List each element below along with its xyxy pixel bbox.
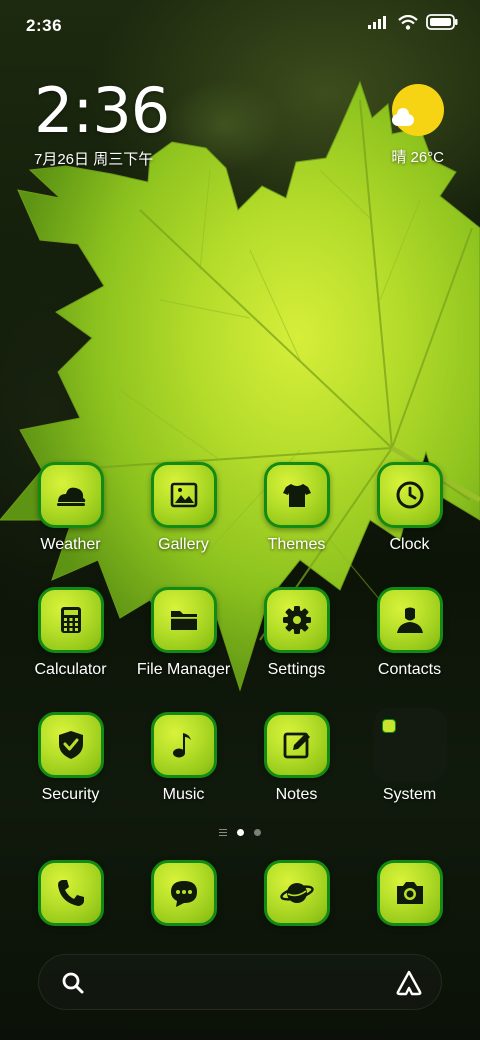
status-time: 2:36 [26, 16, 63, 35]
page-dot-active [237, 829, 244, 836]
gear-icon [263, 587, 330, 653]
clock-icon [376, 462, 443, 528]
app-themes[interactable]: Themes [240, 462, 353, 554]
app-gallery[interactable]: Gallery [127, 462, 240, 554]
clock-time: 2:36 [34, 74, 170, 147]
app-contacts[interactable]: Contacts [353, 587, 466, 679]
battery-icon [426, 14, 458, 30]
calculator-icon [37, 587, 104, 653]
weather-icon [37, 462, 104, 528]
search-icon[interactable] [61, 971, 85, 995]
dock-messages[interactable] [127, 860, 240, 926]
app-security[interactable]: Security [14, 712, 127, 804]
cloud-icon [392, 108, 414, 126]
dock-camera[interactable] [353, 860, 466, 926]
folder-icon [372, 708, 447, 782]
notes-icon [263, 712, 330, 778]
app-label: Notes [275, 786, 318, 803]
music-note-icon [150, 712, 217, 778]
app-label: Security [41, 786, 100, 803]
app-clock[interactable]: Clock [353, 462, 466, 554]
clock-widget[interactable]: 2:36 7月26日 周三下午 [34, 74, 170, 169]
app-system-folder[interactable]: System [353, 708, 466, 804]
system-mini-icon [381, 719, 396, 733]
app-label: Music [162, 786, 205, 803]
camera-icon [376, 860, 443, 926]
app-label: Weather [40, 536, 101, 553]
app-file-manager[interactable]: File Manager [127, 587, 240, 679]
contacts-icon [376, 587, 443, 653]
status-icons [368, 14, 458, 30]
menu-lines-icon [219, 829, 227, 836]
themes-icon [263, 462, 330, 528]
dock-phone[interactable] [14, 860, 127, 926]
signal-icon [368, 16, 386, 29]
app-calculator[interactable]: Calculator [14, 587, 127, 679]
weather-condition-temp: 晴 26°C [391, 149, 444, 166]
assistant-icon[interactable] [395, 969, 423, 997]
app-label: Clock [389, 536, 430, 553]
app-settings[interactable]: Settings [240, 587, 353, 679]
search-bar[interactable] [38, 954, 442, 1010]
page-dot [254, 829, 261, 836]
status-bar: 2:36 [0, 0, 480, 50]
wifi-icon [398, 14, 418, 30]
app-notes[interactable]: Notes [240, 712, 353, 804]
phone-icon [37, 860, 104, 926]
folder-icon [150, 587, 217, 653]
app-music[interactable]: Music [127, 712, 240, 804]
dock-browser[interactable] [240, 860, 353, 926]
page-indicator[interactable] [0, 829, 480, 836]
app-label: Themes [267, 536, 326, 553]
app-weather[interactable]: Weather [14, 462, 127, 554]
app-label: Calculator [34, 661, 107, 678]
gallery-icon [150, 462, 217, 528]
app-label: Gallery [158, 536, 209, 553]
app-label: Settings [267, 661, 326, 678]
app-label: File Manager [136, 661, 231, 678]
app-label: Contacts [377, 661, 442, 678]
app-label: System [382, 786, 437, 803]
shield-icon [37, 712, 104, 778]
clock-date: 7月26日 周三下午 [34, 151, 154, 168]
browser-planet-icon [263, 860, 330, 926]
message-icon [150, 860, 217, 926]
